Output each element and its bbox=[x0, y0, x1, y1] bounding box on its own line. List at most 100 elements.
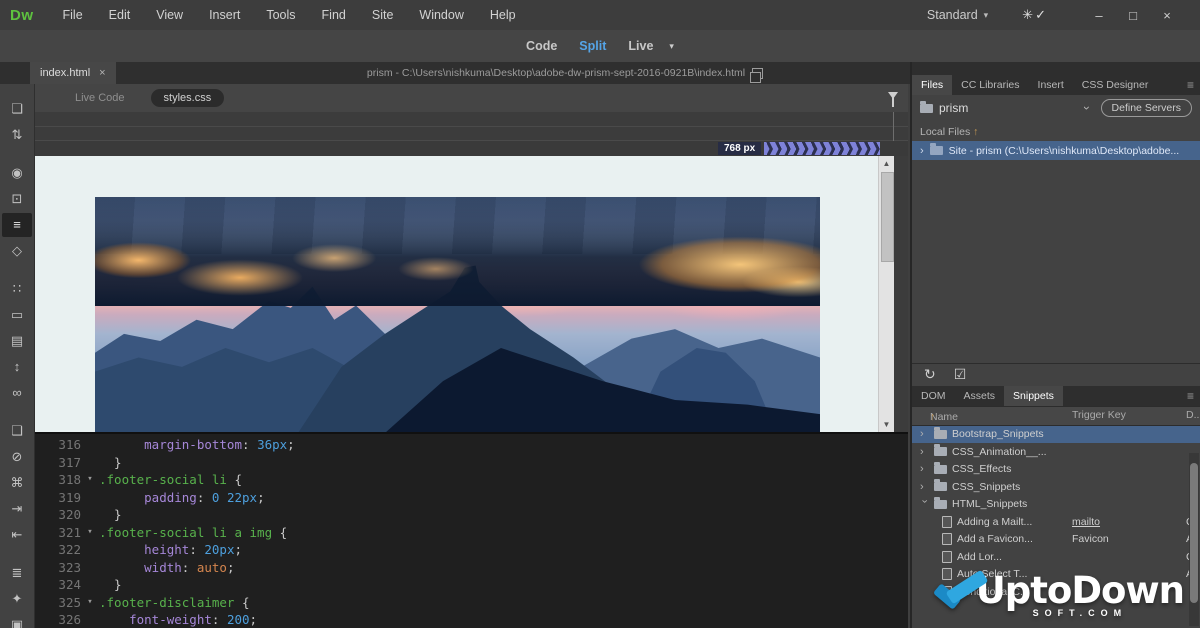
close-icon[interactable]: × bbox=[99, 67, 105, 79]
mode-split[interactable]: Split bbox=[579, 39, 606, 53]
code-line[interactable]: 320 } bbox=[35, 506, 908, 524]
file-management-icon[interactable]: ⇅ bbox=[2, 123, 32, 147]
tab-cc-libraries[interactable]: CC Libraries bbox=[952, 75, 1028, 95]
menu-file[interactable]: File bbox=[50, 8, 96, 22]
maximize-button[interactable]: □ bbox=[1116, 8, 1150, 23]
chevron-right-icon[interactable]: › bbox=[920, 446, 929, 458]
refresh-icon[interactable]: ↻ bbox=[924, 366, 936, 383]
recently-modified-icon[interactable]: ≣ bbox=[2, 561, 32, 585]
site-root-row[interactable]: › Site - prism (C:\Users\nishkuma\Deskto… bbox=[912, 141, 1200, 160]
chevron-right-icon[interactable]: › bbox=[920, 428, 929, 440]
code-view[interactable]: 316 margin-bottom: 36px;317 }318▾.footer… bbox=[35, 432, 908, 628]
stylesheet-button[interactable]: styles.css bbox=[151, 89, 225, 107]
snippet-folder-row[interactable]: ›HTML_Snippets bbox=[912, 496, 1200, 514]
site-dropdown[interactable]: prism bbox=[939, 101, 1079, 115]
media-query-range-bar[interactable] bbox=[764, 142, 880, 155]
tab-files[interactable]: Files bbox=[912, 75, 952, 95]
chevron-right-icon[interactable]: › bbox=[920, 463, 929, 475]
fold-arrow-icon[interactable]: ▾ bbox=[81, 594, 99, 612]
file-list-area[interactable] bbox=[912, 160, 1200, 363]
snippet-file-row[interactable]: Add a Favicon...FaviconA bbox=[912, 531, 1200, 549]
chevron-right-icon[interactable]: › bbox=[920, 481, 929, 493]
tab-index-html[interactable]: index.html × bbox=[30, 62, 116, 84]
snippet-file-row[interactable]: Adding a Mailt...mailtoC bbox=[912, 513, 1200, 531]
filter-icon[interactable] bbox=[888, 92, 898, 104]
mode-code[interactable]: Code bbox=[526, 39, 557, 53]
rio-hero-image[interactable] bbox=[95, 197, 820, 432]
snippets-scrollbar[interactable] bbox=[1189, 453, 1199, 626]
extensions-icon[interactable]: ✦ bbox=[2, 587, 32, 611]
code-line[interactable]: 317 } bbox=[35, 454, 908, 472]
fold-arrow-icon[interactable]: ▾ bbox=[81, 524, 99, 542]
collapse-selection-icon[interactable]: ▤ bbox=[2, 329, 32, 353]
code-line[interactable]: 325▾.footer-disclaimer { bbox=[35, 594, 908, 612]
code-line[interactable]: 319 padding: 0 22px; bbox=[35, 489, 908, 507]
code-hints-icon[interactable]: ⌘ bbox=[2, 471, 32, 495]
close-button[interactable]: × bbox=[1150, 8, 1184, 23]
code-line[interactable]: 322 height: 20px; bbox=[35, 541, 908, 559]
sync-settings-icon[interactable]: ✳✓ bbox=[1022, 7, 1046, 23]
live-code-icon[interactable]: ◇ bbox=[2, 239, 32, 263]
local-files-header[interactable]: Local Files ↑ bbox=[912, 121, 1200, 141]
code-line[interactable]: 316 margin-bottom: 36px; bbox=[35, 436, 908, 454]
tab-assets[interactable]: Assets bbox=[955, 386, 1005, 406]
browser-preview-icon[interactable]: ▣ bbox=[2, 613, 32, 628]
tab-css-designer[interactable]: CSS Designer bbox=[1073, 75, 1158, 95]
menu-view[interactable]: View bbox=[143, 8, 196, 22]
related-windows-icon[interactable] bbox=[752, 68, 763, 79]
scroll-up-icon[interactable]: ▲ bbox=[879, 159, 894, 168]
dreamweaver-logo[interactable]: Dw bbox=[10, 7, 34, 24]
scroll-down-icon[interactable]: ▼ bbox=[879, 420, 894, 429]
scrollbar-thumb[interactable] bbox=[881, 172, 894, 262]
define-servers-button[interactable]: Define Servers bbox=[1101, 99, 1192, 117]
expand-all-icon[interactable]: ↕ bbox=[2, 355, 32, 379]
chevron-down-icon[interactable]: ▾ bbox=[669, 41, 674, 52]
live-view-options-icon[interactable]: ◉ bbox=[2, 161, 32, 185]
snippet-folder-row[interactable]: ›Bootstrap_Snippets bbox=[912, 426, 1200, 444]
menu-insert[interactable]: Insert bbox=[196, 8, 253, 22]
format-source-code-icon[interactable]: ≡ bbox=[2, 213, 32, 237]
fold-arrow-icon[interactable]: ▾ bbox=[81, 471, 99, 489]
hamburger-icon[interactable]: ≡ bbox=[1187, 78, 1194, 92]
menu-site[interactable]: Site bbox=[359, 8, 407, 22]
menu-find[interactable]: Find bbox=[309, 8, 359, 22]
column-trigger-key[interactable]: Trigger Key bbox=[1072, 409, 1126, 421]
design-scrollbar[interactable]: ▲ ▼ bbox=[878, 156, 894, 432]
snippet-folder-row[interactable]: ›CSS_Effects bbox=[912, 461, 1200, 479]
viewport-width-badge[interactable]: 768 px bbox=[718, 142, 761, 155]
inspect-mode-icon[interactable]: ⊡ bbox=[2, 187, 32, 211]
mode-live[interactable]: Live bbox=[628, 39, 653, 53]
tab-dom[interactable]: DOM bbox=[912, 386, 955, 406]
code-line[interactable]: 323 width: auto; bbox=[35, 559, 908, 577]
outdent-code-icon[interactable]: ⇤ bbox=[2, 523, 32, 547]
tab-snippets[interactable]: Snippets bbox=[1004, 386, 1063, 406]
snippet-folder-row[interactable]: ›CSS_Animation__... bbox=[912, 443, 1200, 461]
tab-insert[interactable]: Insert bbox=[1029, 75, 1073, 95]
menu-window[interactable]: Window bbox=[406, 8, 476, 22]
chevron-right-icon[interactable]: › bbox=[920, 145, 924, 157]
snippet-folder-row[interactable]: ›CSS_Snippets bbox=[912, 478, 1200, 496]
menu-tools[interactable]: Tools bbox=[253, 8, 308, 22]
column-description[interactable]: D... bbox=[1186, 409, 1200, 421]
menu-help[interactable]: Help bbox=[477, 8, 529, 22]
snippet-file-row[interactable]: Add Lor...C bbox=[912, 548, 1200, 566]
code-line[interactable]: 326 font-weight: 200; bbox=[35, 611, 908, 628]
indent-code-icon[interactable]: ⇥ bbox=[2, 497, 32, 521]
open-documents-icon[interactable]: ❏ bbox=[2, 97, 32, 121]
workspace-selector[interactable]: Standard ▾ bbox=[927, 8, 988, 22]
checkout-files-icon[interactable]: ☑ bbox=[954, 366, 967, 383]
wrap-tag-icon[interactable]: ∞ bbox=[2, 381, 32, 405]
design-view[interactable]: ▲ ▼ bbox=[35, 156, 908, 432]
hamburger-icon[interactable]: ≡ bbox=[1187, 389, 1194, 403]
minimize-button[interactable]: – bbox=[1082, 8, 1116, 23]
chevron-down-icon[interactable]: › bbox=[1080, 106, 1094, 110]
collapse-full-tag-icon[interactable]: ▭ bbox=[2, 303, 32, 327]
apply-comment-icon[interactable]: ❑ bbox=[2, 419, 32, 443]
menu-edit[interactable]: Edit bbox=[96, 8, 144, 22]
remove-comment-icon[interactable]: ⊘ bbox=[2, 445, 32, 469]
chevron-right-icon[interactable]: › bbox=[919, 500, 931, 509]
code-line[interactable]: 324 } bbox=[35, 576, 908, 594]
live-code-button[interactable]: Live Code bbox=[75, 92, 125, 104]
scrollbar-thumb[interactable] bbox=[1190, 463, 1198, 603]
code-line[interactable]: 318▾.footer-social li { bbox=[35, 471, 908, 489]
